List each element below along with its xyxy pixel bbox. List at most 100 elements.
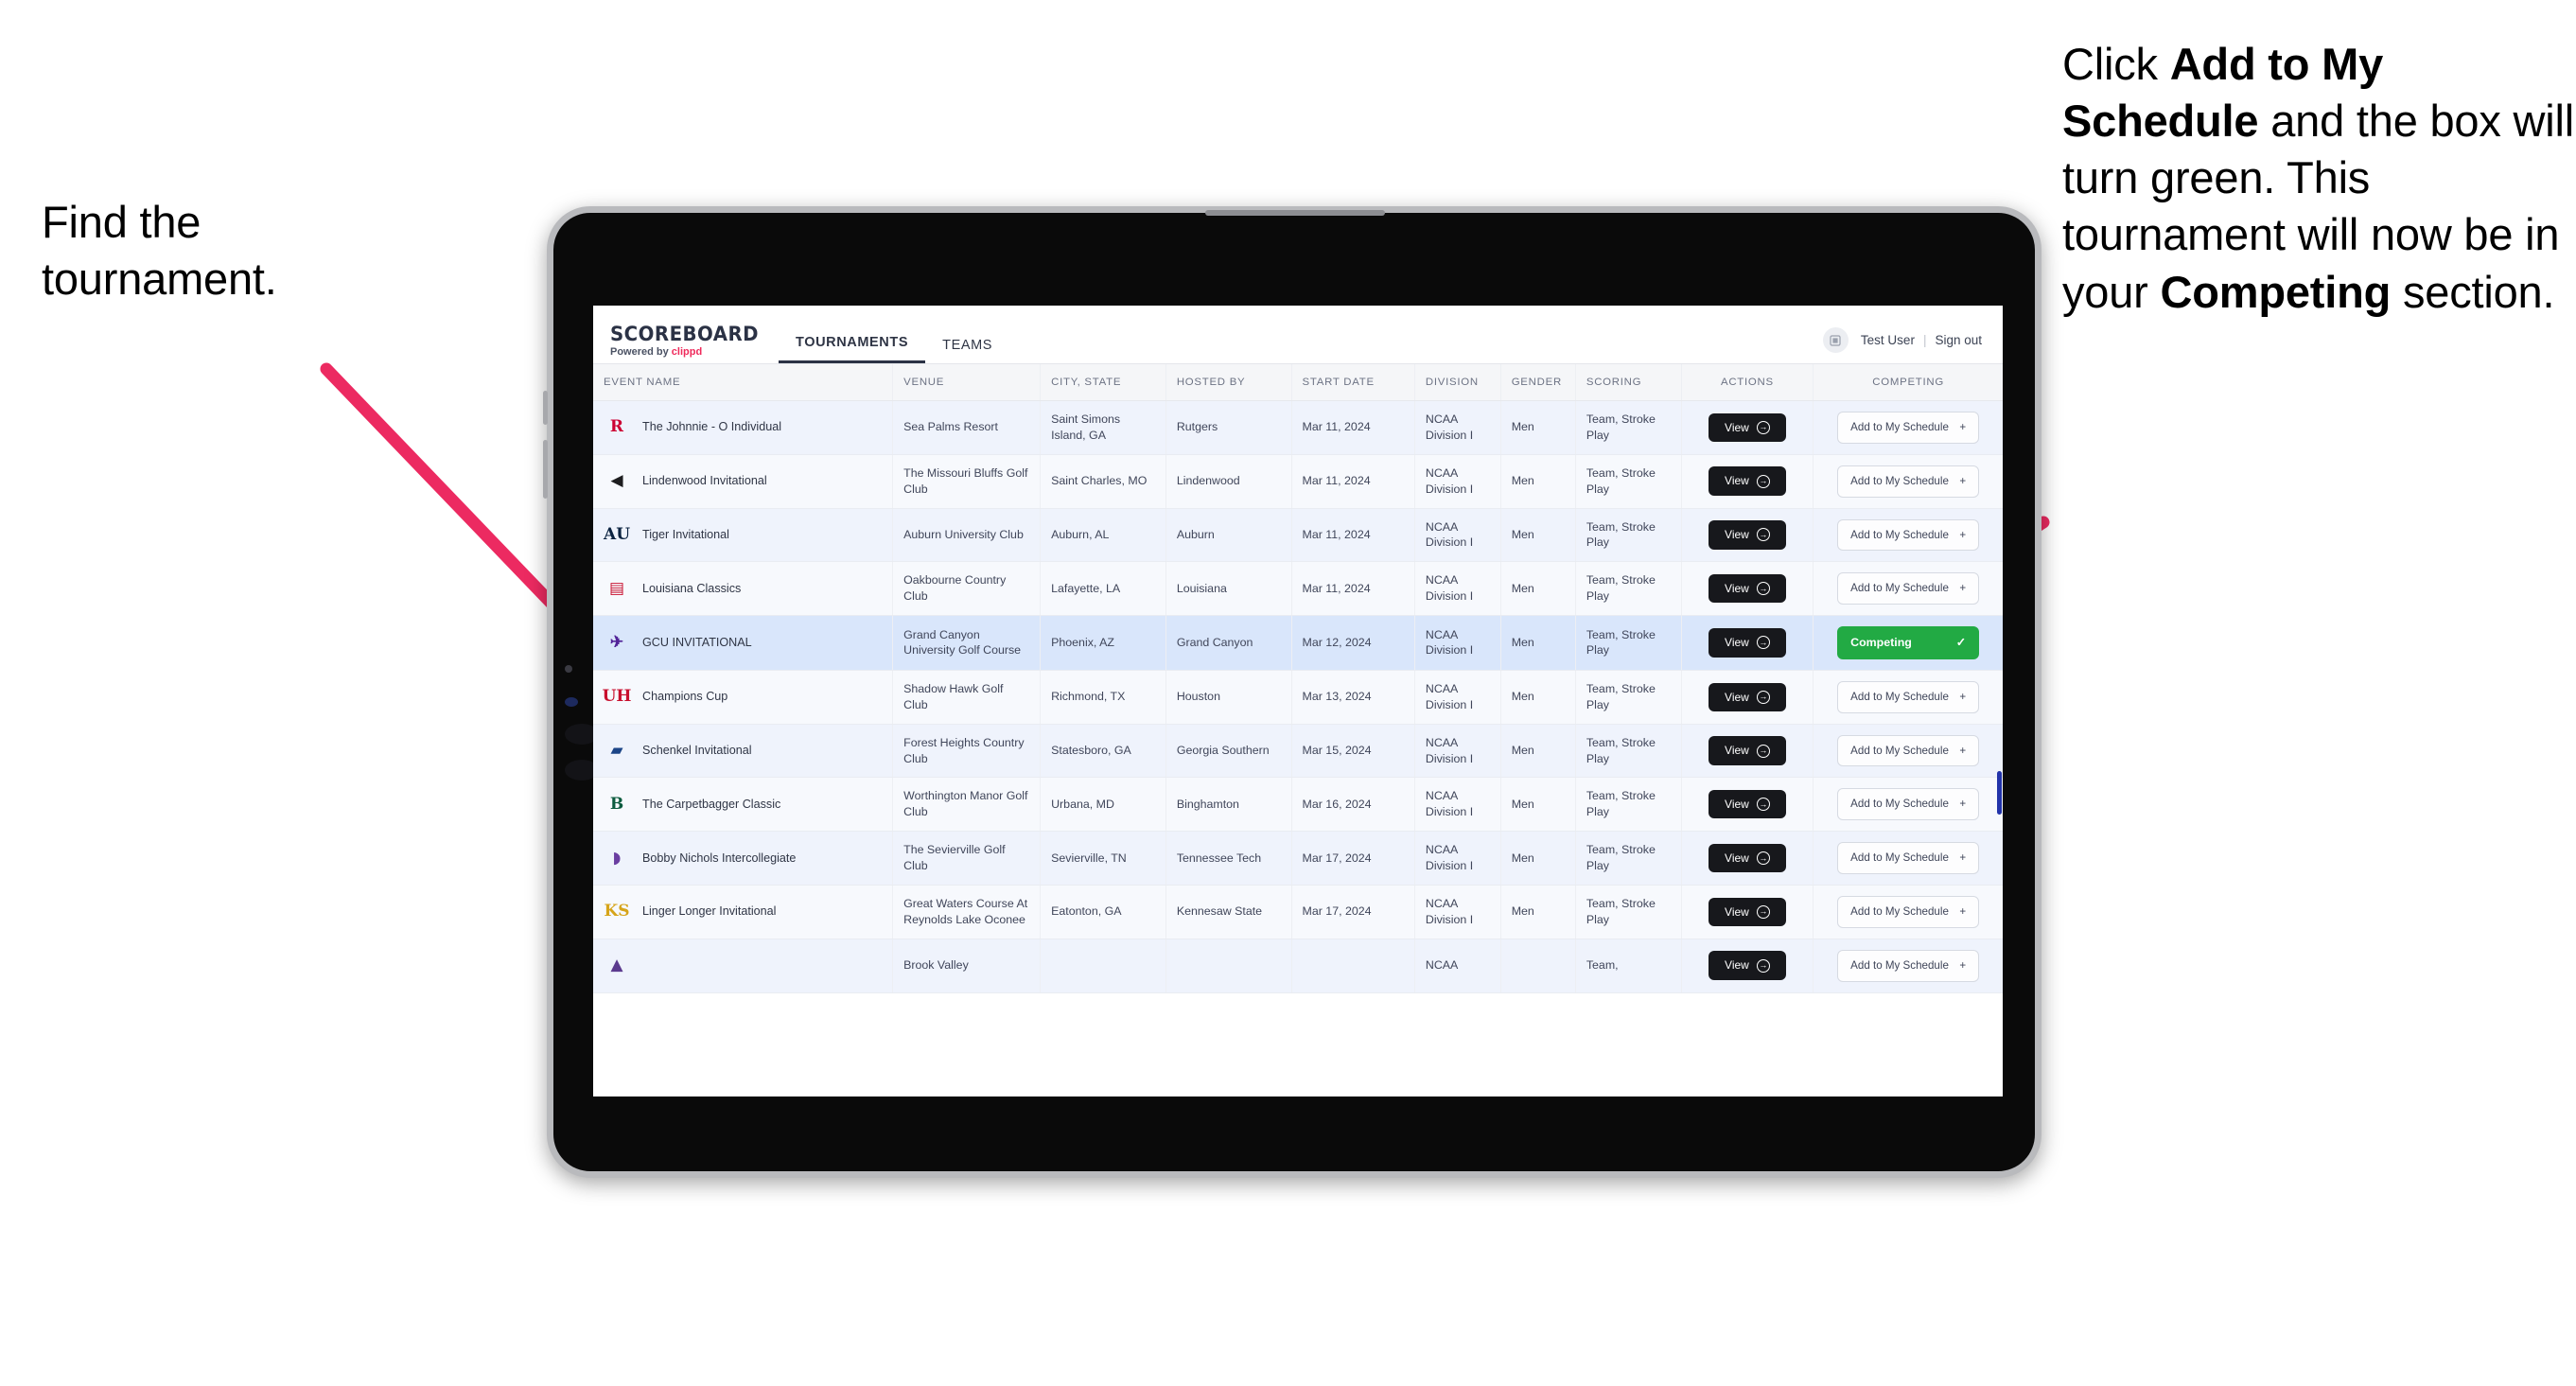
- arrow-right-icon: →: [1756, 636, 1770, 650]
- cell-venue: Sea Palms Resort: [892, 400, 1042, 455]
- cell-gender: [1500, 939, 1576, 993]
- add-to-my-schedule-label: Add to My Schedule: [1850, 904, 1949, 918]
- add-to-my-schedule-button[interactable]: Add to My Schedule +: [1837, 412, 1980, 444]
- table-row[interactable]: AU Tiger Invitational Auburn University Cl…: [593, 508, 2003, 563]
- cell-event-name: ▤ Louisiana Classics: [593, 561, 894, 617]
- cell-actions: View →: [1681, 454, 1814, 509]
- column-header-division[interactable]: DIVISION: [1414, 364, 1501, 401]
- cell-gender: Men: [1500, 670, 1576, 725]
- cell-scoring: Team, Stroke Play: [1575, 400, 1682, 455]
- arrow-right-icon: →: [1756, 851, 1770, 866]
- cell-division: NCAA Division I: [1414, 724, 1501, 779]
- cell-gender: Men: [1500, 561, 1576, 617]
- view-button-label: View: [1725, 958, 1749, 973]
- cell-start-date: Mar 15, 2024: [1291, 724, 1415, 779]
- table-row[interactable]: R The Johnnie - O Individual Sea Palms Res…: [593, 400, 2003, 455]
- column-header-city-state[interactable]: CITY, STATE: [1040, 364, 1166, 401]
- plus-icon: +: [1959, 474, 1967, 487]
- add-to-my-schedule-button[interactable]: Add to My Schedule +: [1837, 680, 1980, 713]
- device-button-volume-up[interactable]: [543, 391, 548, 425]
- view-button[interactable]: View →: [1708, 682, 1786, 711]
- competing-button[interactable]: Competing ✓: [1837, 626, 1980, 659]
- add-to-my-schedule-button[interactable]: Add to My Schedule +: [1837, 518, 1980, 552]
- view-button-label: View: [1725, 744, 1749, 758]
- cell-event-name: ◗ Bobby Nichols Intercollegiate: [593, 831, 894, 886]
- cell-event-name: KS Linger Longer Invitational: [593, 885, 894, 939]
- column-header-hosted-by[interactable]: HOSTED BY: [1165, 364, 1292, 401]
- table-row[interactable]: ◗ Bobby Nichols Intercollegiate The Sevier…: [593, 831, 2003, 886]
- table-row[interactable]: ◀ Lindenwood Invitational The Missouri Blu…: [593, 454, 2003, 509]
- cell-start-date: Mar 17, 2024: [1291, 831, 1415, 886]
- cell-event-name: ▲: [593, 939, 894, 993]
- table-row[interactable]: ▰ Schenkel Invitational Forest Heights Cou…: [593, 724, 2003, 779]
- view-button[interactable]: View →: [1708, 843, 1786, 873]
- add-to-my-schedule-label: Add to My Schedule: [1850, 582, 1949, 595]
- event-name-label: GCU INVITATIONAL: [642, 635, 752, 649]
- logo-wordmark: SCOREBOARD: [610, 323, 760, 345]
- event-name-label: Schenkel Invitational: [642, 744, 752, 757]
- view-button[interactable]: View →: [1708, 951, 1786, 980]
- view-button[interactable]: View →: [1708, 412, 1786, 443]
- plus-icon: +: [1959, 904, 1967, 918]
- cell-division: NCAA Division I: [1414, 831, 1501, 886]
- cell-city-state: Sevierville, TN: [1040, 831, 1166, 886]
- tab-teams[interactable]: TEAMS: [925, 338, 1009, 363]
- tab-tournaments[interactable]: TOURNAMENTS: [779, 335, 926, 363]
- check-icon: ✓: [1955, 636, 1967, 650]
- cell-start-date: Mar 11, 2024: [1291, 400, 1415, 455]
- column-header-start-date[interactable]: START DATE: [1291, 364, 1415, 401]
- column-header-actions[interactable]: ACTIONS: [1681, 364, 1814, 401]
- column-header-gender[interactable]: GENDER: [1500, 364, 1576, 401]
- user-zone: Test User | Sign out: [1822, 327, 1982, 353]
- view-button[interactable]: View →: [1708, 736, 1786, 765]
- event-name-label: Linger Longer Invitational: [642, 904, 777, 919]
- cell-hosted-by: Georgia Southern: [1165, 724, 1292, 779]
- view-button[interactable]: View →: [1708, 897, 1786, 927]
- tournaments-table-scroll[interactable]: EVENT NAME VENUE CITY, STATE HOSTED BY START…: [593, 364, 2003, 1097]
- add-to-my-schedule-label: Add to My Schedule: [1850, 798, 1949, 811]
- sign-out-link[interactable]: Sign out: [1935, 333, 1982, 347]
- add-to-my-schedule-button[interactable]: Add to My Schedule +: [1837, 949, 1980, 982]
- table-row[interactable]: ✈ GCU INVITATIONAL Grand Canyon University…: [593, 615, 2003, 671]
- cell-hosted-by: Auburn: [1165, 508, 1292, 563]
- view-button[interactable]: View →: [1708, 520, 1786, 550]
- column-header-event-name[interactable]: EVENT NAME: [593, 364, 894, 401]
- add-to-my-schedule-button[interactable]: Add to My Schedule +: [1837, 572, 1980, 605]
- cell-actions: View →: [1681, 400, 1814, 455]
- table-row[interactable]: KS Linger Longer Invitational Great Waters…: [593, 885, 2003, 939]
- view-button-label: View: [1725, 636, 1749, 650]
- view-button[interactable]: View →: [1708, 466, 1786, 496]
- add-to-my-schedule-button[interactable]: Add to My Schedule +: [1837, 734, 1980, 767]
- add-to-my-schedule-button[interactable]: Add to My Schedule +: [1837, 842, 1980, 874]
- view-button[interactable]: View →: [1708, 574, 1786, 604]
- table-row[interactable]: UH Champions Cup Shadow Hawk Golf Club Rich…: [593, 670, 2003, 725]
- cell-venue: Shadow Hawk Golf Club: [892, 670, 1042, 725]
- cell-hosted-by: Binghamton: [1165, 777, 1292, 833]
- table-row[interactable]: B The Carpetbagger Classic Worthington Man…: [593, 777, 2003, 833]
- add-to-my-schedule-label: Add to My Schedule: [1850, 958, 1949, 972]
- view-button[interactable]: View →: [1708, 628, 1786, 658]
- cell-competing: Add to My Schedule +: [1813, 670, 2003, 725]
- device-button-volume-down[interactable]: [543, 440, 548, 499]
- add-to-my-schedule-button[interactable]: Add to My Schedule +: [1837, 895, 1980, 928]
- table-row[interactable]: ▲ Brook Valley NCAA Team, View → Add to My Sch…: [593, 939, 2003, 993]
- cell-venue: Brook Valley: [892, 939, 1042, 993]
- cell-city-state: Urbana, MD: [1040, 777, 1166, 833]
- column-header-scoring[interactable]: SCORING: [1575, 364, 1682, 401]
- view-button-label: View: [1725, 474, 1749, 488]
- add-to-my-schedule-label: Add to My Schedule: [1850, 744, 1949, 757]
- cell-gender: Men: [1500, 724, 1576, 779]
- vertical-scrollbar-thumb[interactable]: [1997, 771, 2002, 815]
- arrow-right-icon: →: [1756, 474, 1770, 488]
- column-header-venue[interactable]: VENUE: [892, 364, 1042, 401]
- app-logo[interactable]: SCOREBOARD Powered by clippd: [610, 323, 760, 363]
- cell-gender: Men: [1500, 615, 1576, 671]
- add-to-my-schedule-button[interactable]: Add to My Schedule +: [1837, 465, 1980, 498]
- add-to-my-schedule-button[interactable]: Add to My Schedule +: [1837, 788, 1980, 821]
- column-header-competing[interactable]: COMPETING: [1813, 364, 2003, 401]
- user-avatar-icon[interactable]: [1822, 327, 1849, 353]
- view-button[interactable]: View →: [1708, 790, 1786, 819]
- table-row[interactable]: ▤ Louisiana Classics Oakbourne Country Clu…: [593, 561, 2003, 617]
- team-logo-icon: ◗: [612, 848, 622, 868]
- cell-venue: Auburn University Club: [892, 508, 1042, 563]
